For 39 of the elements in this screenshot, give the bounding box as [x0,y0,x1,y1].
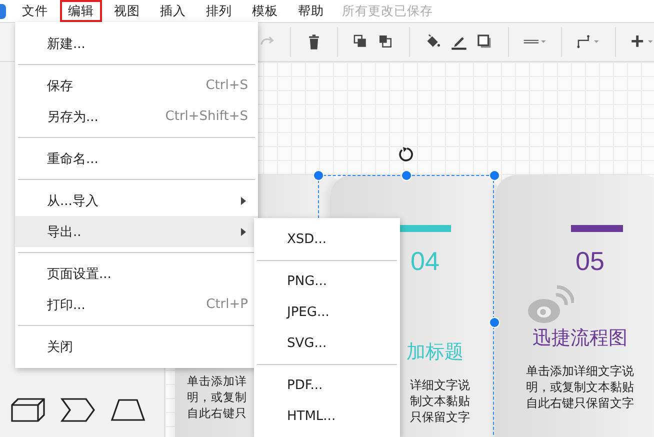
app-logo-icon [0,4,6,18]
resize-handle[interactable] [489,170,500,181]
description-text: 只保留文字 [410,409,470,425]
menu-item[interactable]: 排列 [198,0,240,22]
menu-item[interactable]: 帮助 [290,0,332,22]
card-title: 加标题 [406,340,464,365]
menu-item[interactable]: 另存为... Ctrl+Shift+S [15,101,258,132]
description-text: 明，或复制 [187,389,247,405]
menu-item[interactable]: 导出.. [15,216,258,247]
shortcut-text: Ctrl+P [206,297,248,312]
menu-item[interactable]: 插入 [152,0,194,22]
card-title: 迅捷流程图 [532,326,628,351]
menu-item[interactable]: 重命名... [15,143,258,174]
shortcut-text: Ctrl+S [206,78,248,93]
description-text: 自此右键只 [187,405,247,421]
menu-item[interactable]: 视图 [106,0,148,22]
shortcut-text: Ctrl+Shift+S [165,109,248,124]
save-status: 所有更改已保存 [342,2,433,20]
menu-item[interactable]: 文件 [14,0,56,22]
menu-item[interactable]: PDF... [254,370,400,401]
menu-item[interactable]: 从...导入 [15,185,258,216]
cube-shape-icon[interactable] [10,397,46,423]
description-text: 制文本黏贴 [410,393,470,409]
resize-handle[interactable] [401,170,412,181]
chevron-shape-icon[interactable] [60,397,96,423]
description-text: 明，或复制文本黏贴 [526,379,634,395]
resize-handle[interactable] [313,170,324,181]
description-text: 自此右键只保留文字 [526,395,634,411]
menu-item[interactable]: 编辑 [60,0,102,22]
description-text: 详细文字说 [410,377,470,393]
trapezoid-shape-icon[interactable] [110,397,146,423]
menu-item[interactable]: HTML... [254,401,400,432]
description-text: 单击添加详 [187,373,247,389]
description-text: 单击添加详细文字说 [526,363,634,379]
step-number: 04 [410,246,440,277]
rotate-icon[interactable] [398,146,414,162]
step-number: 05 [576,246,604,277]
menu-item[interactable]: 模板 [244,0,286,22]
menu-item[interactable]: 保存 Ctrl+S [15,70,258,101]
